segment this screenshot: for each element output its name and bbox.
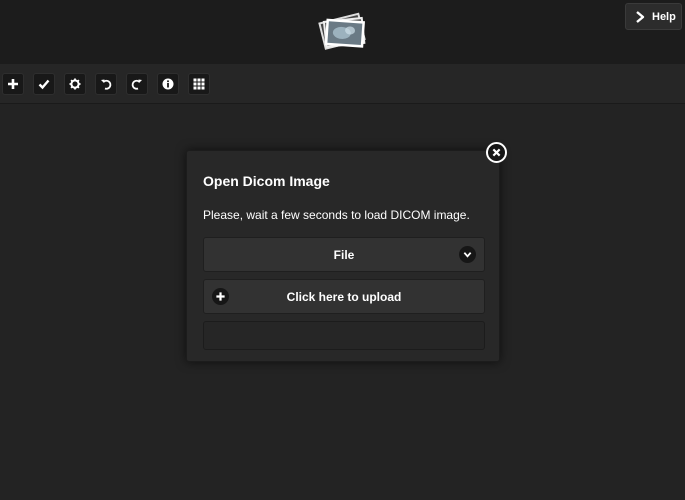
upload-progress-field: [203, 321, 485, 350]
source-select-value: File: [333, 247, 355, 262]
redo-icon: [131, 79, 142, 90]
header-bar: Help: [0, 0, 685, 64]
source-select[interactable]: File: [203, 237, 485, 272]
settings-button[interactable]: [64, 73, 86, 95]
upload-button-label: Click here to upload: [286, 289, 402, 304]
chevron-down-icon: [459, 246, 476, 263]
toolbar: [0, 64, 685, 104]
help-button-label: Help: [652, 10, 676, 23]
dicom-images-logo-icon: [314, 10, 372, 52]
dialog-title: Open Dicom Image: [203, 173, 330, 189]
undo-button[interactable]: [95, 73, 117, 95]
undo-icon: [101, 79, 112, 90]
dialog-message: Please, wait a few seconds to load DICOM…: [203, 208, 470, 222]
redo-button[interactable]: [126, 73, 148, 95]
upload-button[interactable]: Click here to upload: [203, 279, 485, 314]
close-dialog-button[interactable]: [486, 142, 507, 163]
gear-icon: [69, 78, 81, 90]
app-window: Help Open Dicom Image Please, wait a few…: [0, 0, 685, 500]
plus-icon: [8, 79, 18, 89]
open-dicom-dialog: Open Dicom Image Please, wait a few seco…: [186, 150, 500, 362]
help-button[interactable]: Help: [625, 3, 682, 30]
chevron-right-icon: [636, 10, 645, 23]
add-button[interactable]: [2, 73, 24, 95]
grid-view-button[interactable]: [188, 73, 210, 95]
info-button[interactable]: [157, 73, 179, 95]
close-icon: [492, 148, 501, 157]
checkmark-icon: [38, 79, 50, 90]
grid-icon: [193, 78, 205, 90]
info-icon: [162, 78, 174, 90]
apply-button[interactable]: [33, 73, 55, 95]
